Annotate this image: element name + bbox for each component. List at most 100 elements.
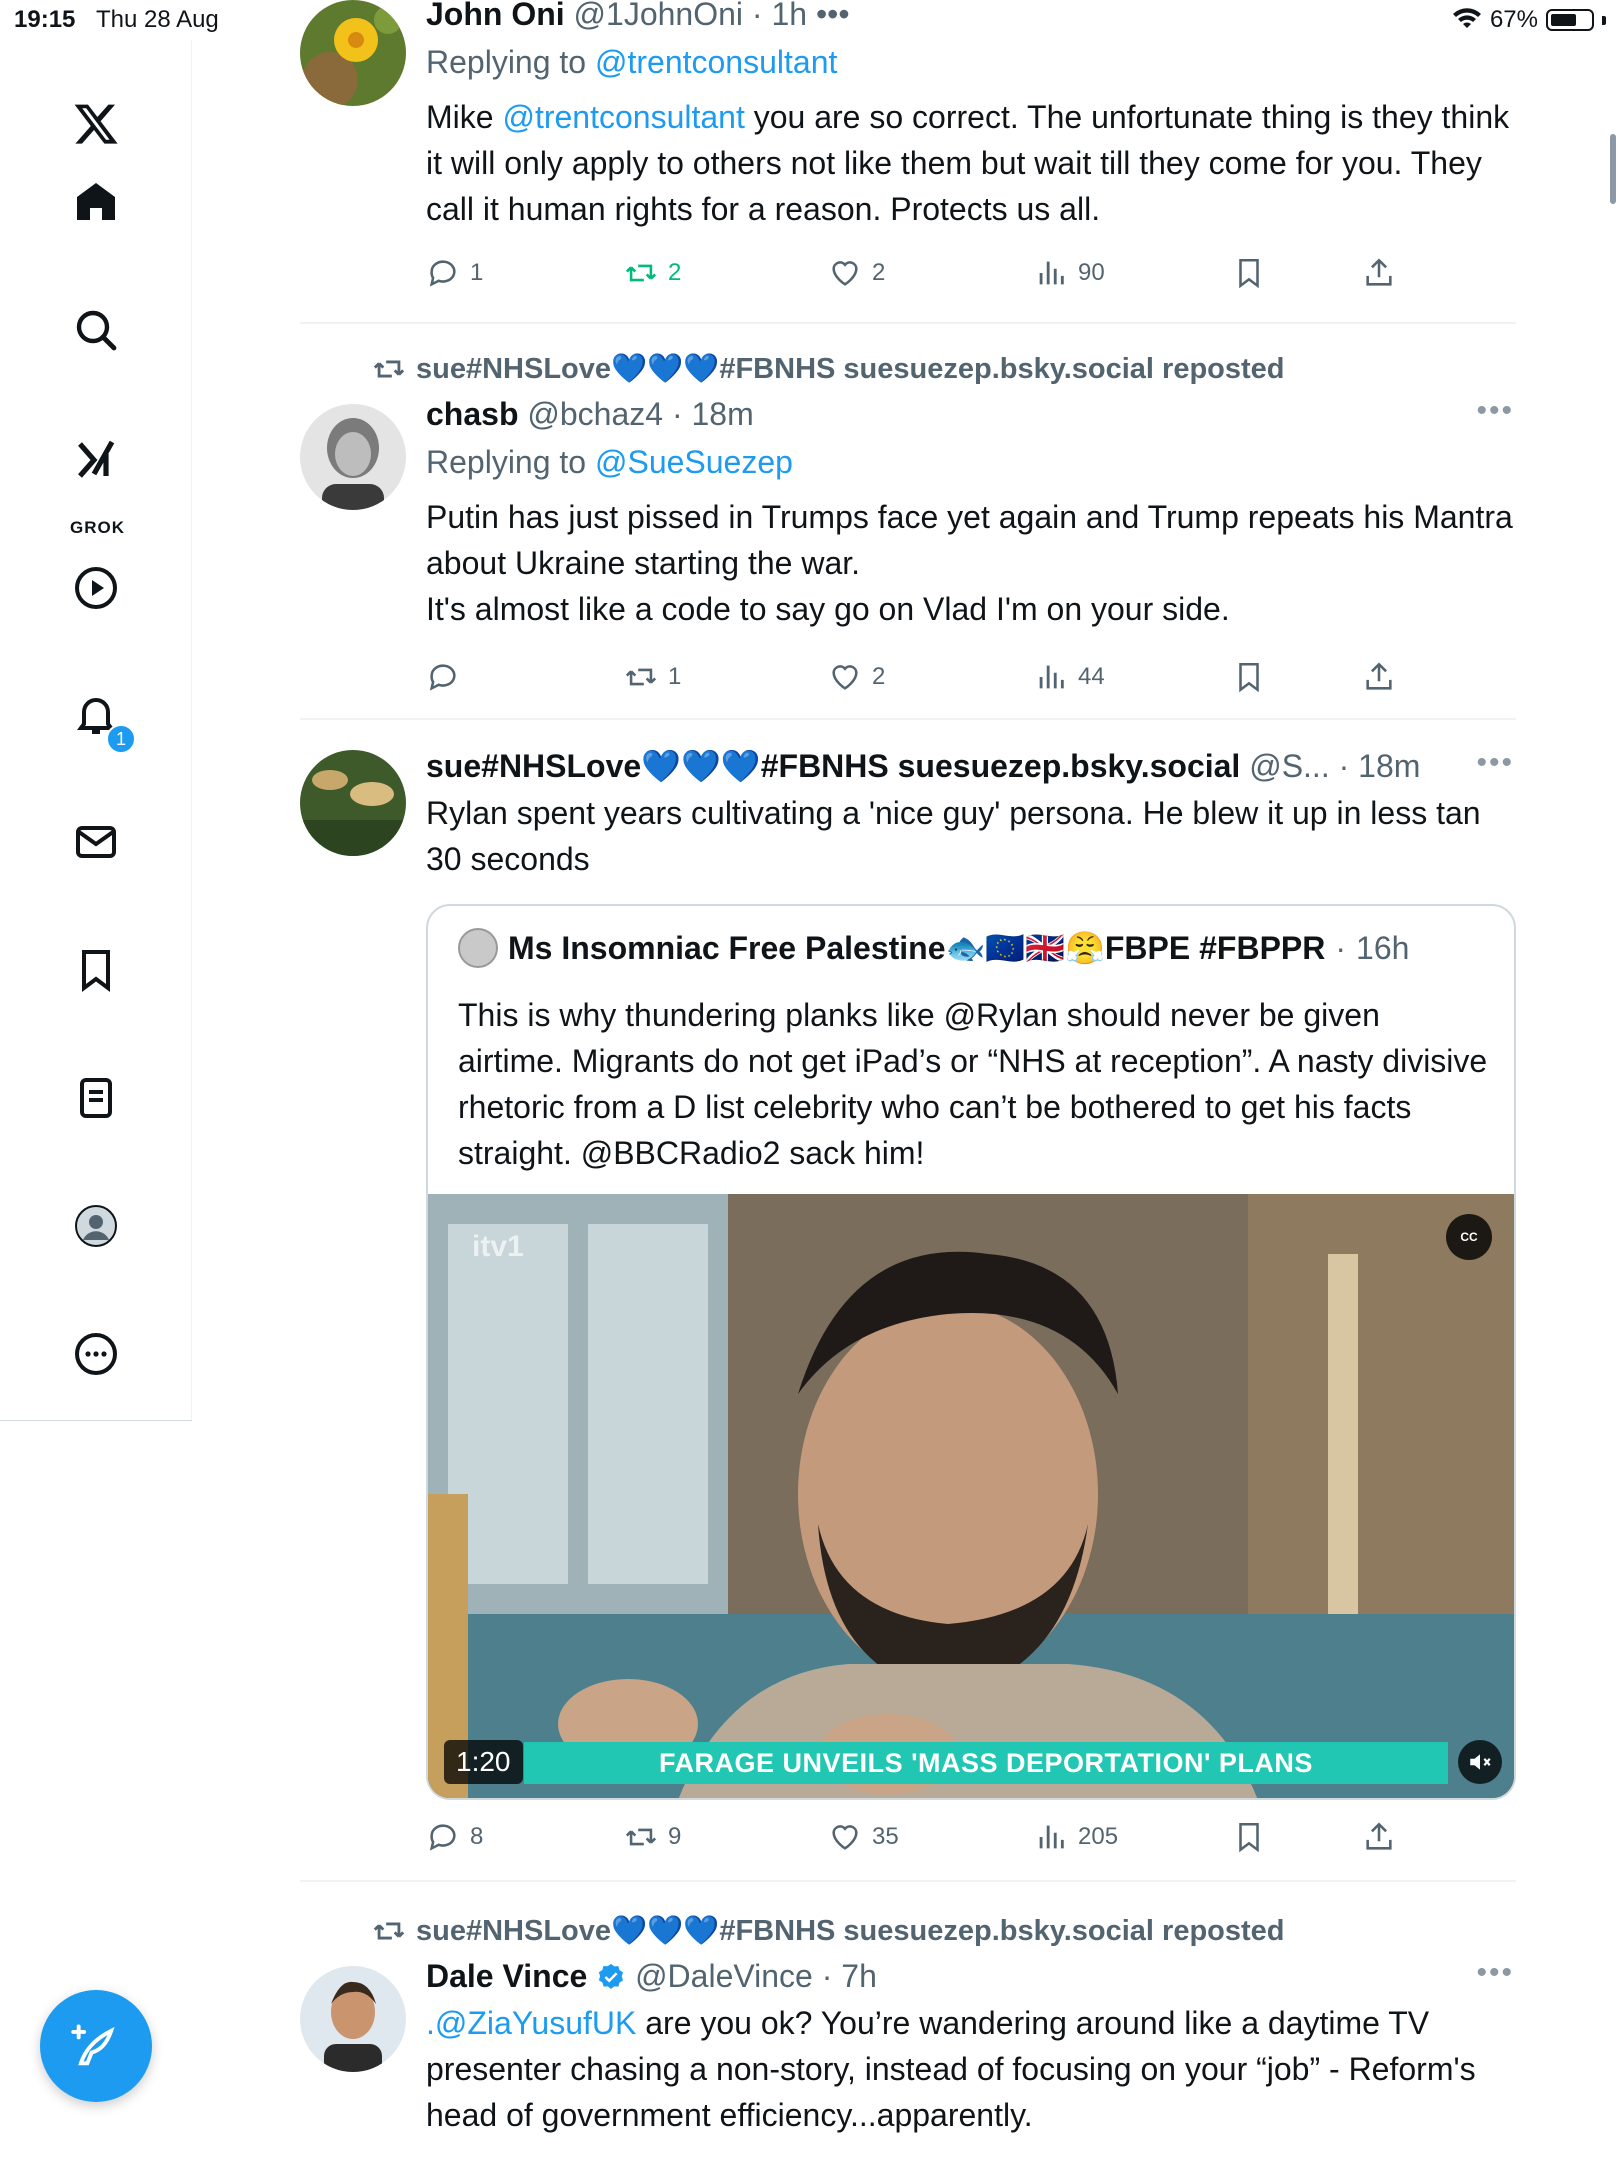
replying-label: Replying to (426, 444, 587, 480)
avatar[interactable] (300, 404, 406, 510)
video-duration: 1:20 (444, 1740, 523, 1784)
video-player[interactable]: itv1 CC FARAGE UNVEILS 'MASS DEPORTATION… (428, 1194, 1514, 1798)
author-handle[interactable]: @S... (1249, 748, 1330, 784)
reply-button[interactable]: 1 (426, 256, 483, 290)
replying-to-link[interactable]: @SueSuezep (595, 444, 793, 480)
tweet-text-part: Mike (426, 99, 503, 135)
quote-time[interactable]: 16h (1356, 930, 1409, 967)
repost-by-text: sue#NHSLove💙💙💙#FBNHS suesuezep.bsky.soci… (416, 1915, 1285, 1947)
bookmark-button[interactable] (1232, 1820, 1266, 1854)
view-count: 205 (1078, 1823, 1119, 1850)
lists-icon[interactable] (56, 1058, 136, 1138)
like-count: 2 (872, 663, 886, 690)
avatar[interactable] (300, 0, 406, 106)
like-button[interactable]: 2 (828, 256, 885, 290)
views-button[interactable]: 205 (1034, 1820, 1118, 1854)
author-handle[interactable]: @DaleVince (635, 1958, 813, 1994)
replying-to: Replying to @SueSuezep (426, 438, 1516, 486)
more-dots-icon[interactable]: ••• (1476, 1956, 1514, 1990)
repost-button[interactable]: 2 (624, 256, 681, 290)
reply-icon (429, 260, 456, 287)
heart-icon (832, 1825, 858, 1850)
share-icon (1366, 258, 1392, 286)
compose-post-button[interactable] (40, 1990, 152, 2102)
tweet-header: chasb @bchaz4 · 18m (426, 394, 1516, 434)
quote-author-name[interactable]: Ms Insomniac Free Palestine🐟🇪🇺🇬🇧😤FBPE #F… (508, 929, 1325, 967)
home-icon[interactable] (56, 162, 136, 242)
tweet-text: Putin has just pissed in Trumps face yet… (426, 499, 1513, 627)
reply-count: 1 (470, 259, 484, 286)
more-dots-icon[interactable]: ••• (1476, 746, 1514, 780)
grok-icon[interactable] (56, 420, 136, 500)
like-button[interactable]: 35 (828, 1820, 899, 1854)
repost-indicator[interactable]: sue#NHSLove💙💙💙#FBNHS suesuezep.bsky.soci… (372, 352, 1285, 386)
reply-button[interactable]: 8 (426, 1820, 483, 1854)
author-handle[interactable]: @bchaz4 (527, 396, 663, 432)
more-options-icon[interactable] (56, 1314, 136, 1394)
author-name[interactable]: Dale Vince (426, 1958, 587, 1994)
profile-avatar-icon[interactable] (56, 1186, 136, 1266)
search-icon[interactable] (56, 290, 136, 370)
repost-button[interactable]: 9 (624, 1820, 681, 1854)
view-count: 90 (1078, 259, 1105, 286)
views-button[interactable]: 44 (1034, 660, 1105, 694)
mute-button[interactable] (1458, 1740, 1502, 1784)
share-icon (1366, 1822, 1392, 1850)
repost-count: 9 (668, 1823, 682, 1850)
compose-feather-icon (71, 2024, 115, 2066)
tweet-dale-vince[interactable]: sue#NHSLove💙💙💙#FBNHS suesuezep.bsky.soci… (300, 1912, 1516, 2160)
share-button[interactable] (1362, 1820, 1396, 1854)
replying-to-link[interactable]: @trentconsultant (595, 44, 837, 80)
avatar[interactable] (300, 1966, 406, 2072)
mention-link[interactable]: @trentconsultant (502, 99, 744, 135)
repost-icon (373, 1922, 405, 1940)
like-button[interactable]: 2 (828, 660, 885, 694)
like-count: 35 (872, 1823, 899, 1850)
bookmarks-icon[interactable] (56, 930, 136, 1010)
tweet-header: Dale Vince @DaleVince · 7h (426, 1956, 1516, 1996)
avatar[interactable] (300, 750, 406, 856)
channel-logo: itv1 (472, 1230, 524, 1263)
dot-separator: · (1338, 748, 1350, 784)
repost-indicator[interactable]: sue#NHSLove💙💙💙#FBNHS suesuezep.bsky.soci… (372, 1914, 1285, 1948)
mention-link[interactable]: .@ZiaYusufUK (426, 2005, 636, 2041)
tweet-sue-nhslove[interactable]: sue#NHSLove💙💙💙#FBNHS suesuezep.bsky.soci… (300, 746, 1516, 1856)
quoted-tweet[interactable]: Ms Insomniac Free Palestine🐟🇪🇺🇬🇧😤FBPE #F… (426, 904, 1516, 1800)
tweet-chasb[interactable]: sue#NHSLove💙💙💙#FBNHS suesuezep.bsky.soci… (300, 350, 1516, 710)
captions-button[interactable]: CC (1446, 1214, 1492, 1260)
tweet-header: sue#NHSLove💙💙💙#FBNHS suesuezep.bsky.soci… (426, 746, 1466, 786)
dot-separator: · (751, 0, 763, 32)
tweet-time[interactable]: 18m (691, 396, 753, 432)
x-logo-icon[interactable] (56, 84, 136, 164)
repost-button[interactable]: 1 (624, 660, 681, 694)
author-handle[interactable]: @1JohnOni (574, 0, 743, 32)
battery-tip (1602, 15, 1606, 25)
share-button[interactable] (1362, 256, 1396, 290)
dot-separator: · (671, 396, 683, 432)
tweet-time[interactable]: 1h (771, 0, 807, 32)
views-button[interactable]: 90 (1034, 256, 1105, 290)
more-dots-icon[interactable]: ••• (816, 0, 850, 32)
author-name[interactable]: John Oni (426, 0, 565, 32)
reply-icon (429, 1824, 456, 1851)
bookmark-button[interactable] (1232, 660, 1266, 694)
tweet-header: John Oni @1JohnOni · 1h ••• (426, 0, 1516, 34)
tweet-time[interactable]: 18m (1358, 748, 1420, 784)
tweet-time[interactable]: 7h (841, 1958, 877, 1994)
share-icon (1366, 662, 1392, 690)
quote-avatar[interactable] (458, 928, 498, 968)
bookmark-button[interactable] (1232, 256, 1266, 290)
more-dots-icon[interactable]: ••• (1476, 394, 1514, 428)
reply-button[interactable] (426, 660, 470, 694)
messages-envelope-icon[interactable] (56, 802, 136, 882)
dot-separator: · (821, 1958, 833, 1994)
author-name[interactable]: sue#NHSLove💙💙💙#FBNHS suesuezep.bsky.soci… (426, 748, 1240, 784)
video-frame (428, 1194, 1514, 1798)
status-date: Thu 28 Aug (96, 6, 219, 33)
scrollbar[interactable] (1610, 134, 1616, 204)
video-play-icon[interactable] (56, 548, 136, 628)
author-name[interactable]: chasb (426, 396, 518, 432)
tweet-body: sue#NHSLove💙💙💙#FBNHS suesuezep.bsky.soci… (426, 746, 1516, 882)
tweet-john-oni[interactable]: John Oni @1JohnOni · 1h ••• Replying to … (300, 0, 1516, 320)
share-button[interactable] (1362, 660, 1396, 694)
